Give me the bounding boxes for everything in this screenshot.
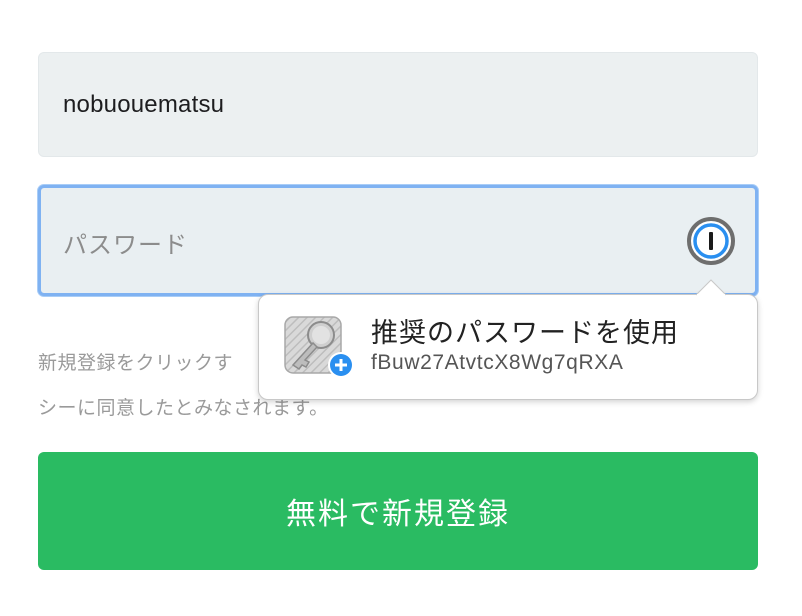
1password-icon[interactable] <box>686 216 736 266</box>
free-signup-button[interactable]: 無料で新規登録 <box>38 452 758 570</box>
terms-notice-line1: 新規登録をクリックす <box>38 353 234 374</box>
username-value: nobuouematsu <box>63 91 225 118</box>
suggestion-title: 推奨のパスワードを使用 <box>371 318 679 348</box>
password-field[interactable]: パスワード <box>38 185 758 296</box>
key-add-icon <box>284 316 354 378</box>
popup-pointer <box>696 279 726 296</box>
suggested-password: fBuw27AtvtcX8Wg7qRXA <box>371 351 624 374</box>
username-field[interactable]: nobuouematsu <box>38 52 758 157</box>
password-placeholder: パスワード <box>63 232 188 259</box>
password-suggestion-popup[interactable]: 推奨のパスワードを使用 fBuw27AtvtcX8Wg7qRXA <box>258 294 758 400</box>
